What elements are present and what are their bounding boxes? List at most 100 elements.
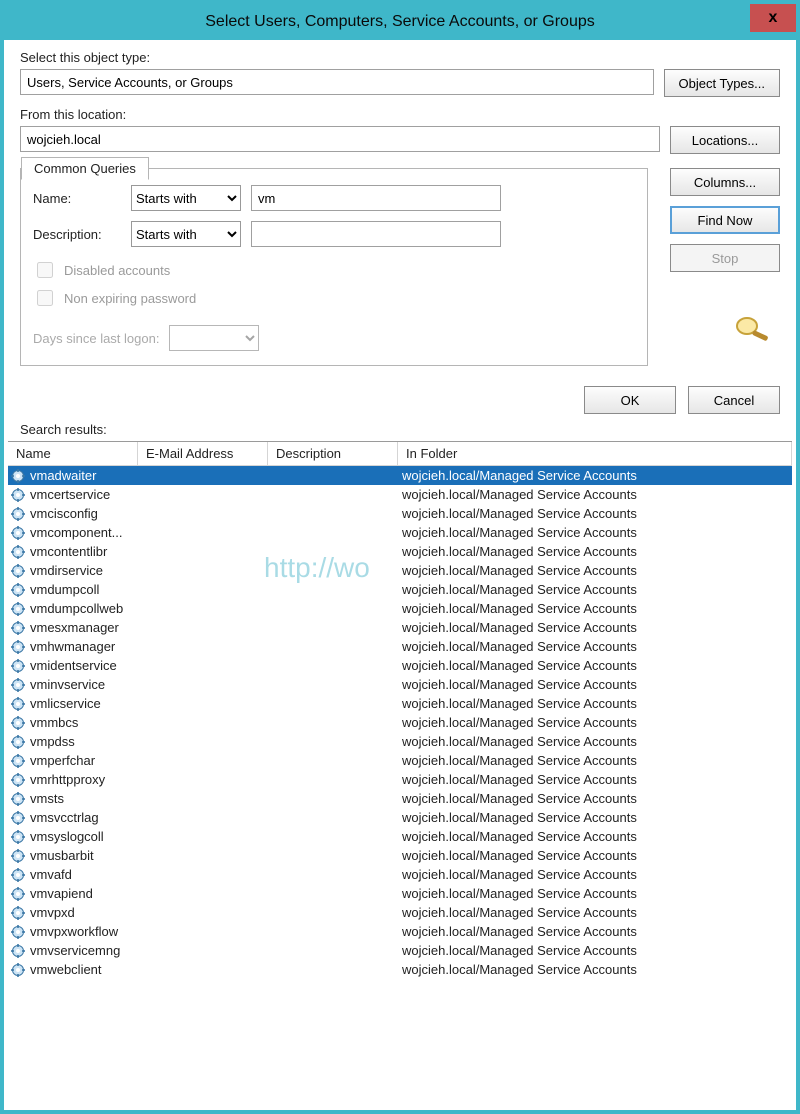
result-folder-cell: wojcieh.local/Managed Service Accounts: [402, 677, 792, 692]
result-name-cell: vmsvcctrlag: [8, 810, 402, 826]
result-name-cell: vmperfchar: [8, 753, 402, 769]
col-desc[interactable]: Description: [268, 442, 398, 465]
ok-button[interactable]: OK: [584, 386, 676, 414]
result-row[interactable]: vmvapiendwojcieh.local/Managed Service A…: [8, 884, 792, 903]
service-account-icon: [10, 734, 26, 750]
service-account-icon: [10, 525, 26, 541]
result-folder-cell: wojcieh.local/Managed Service Accounts: [402, 525, 792, 540]
find-now-button[interactable]: Find Now: [670, 206, 780, 234]
result-row[interactable]: vmsyslogcollwojcieh.local/Managed Servic…: [8, 827, 792, 846]
disabled-accounts-checkbox[interactable]: [37, 262, 53, 278]
result-folder-cell: wojcieh.local/Managed Service Accounts: [402, 506, 792, 521]
service-account-icon: [10, 639, 26, 655]
columns-button[interactable]: Columns...: [670, 168, 780, 196]
result-row[interactable]: vminvservicewojcieh.local/Managed Servic…: [8, 675, 792, 694]
service-account-icon: [10, 924, 26, 940]
result-row[interactable]: vmdumpcollwebwojcieh.local/Managed Servi…: [8, 599, 792, 618]
result-row[interactable]: vmstswojcieh.local/Managed Service Accou…: [8, 789, 792, 808]
result-folder-cell: wojcieh.local/Managed Service Accounts: [402, 791, 792, 806]
locations-button[interactable]: Locations...: [670, 126, 780, 154]
result-folder-cell: wojcieh.local/Managed Service Accounts: [402, 772, 792, 787]
cancel-button[interactable]: Cancel: [688, 386, 780, 414]
service-account-icon: [10, 791, 26, 807]
col-folder[interactable]: In Folder: [398, 442, 792, 465]
service-account-icon: [10, 544, 26, 560]
name-mode-select[interactable]: Starts with: [131, 185, 241, 211]
description-mode-select[interactable]: Starts with: [131, 221, 241, 247]
result-name-cell: vmdumpcollweb: [8, 601, 402, 617]
result-folder-cell: wojcieh.local/Managed Service Accounts: [402, 734, 792, 749]
result-row[interactable]: vmdumpcollwojcieh.local/Managed Service …: [8, 580, 792, 599]
location-input[interactable]: [20, 126, 660, 152]
result-folder-cell: wojcieh.local/Managed Service Accounts: [402, 962, 792, 977]
result-row[interactable]: vmvpxdwojcieh.local/Managed Service Acco…: [8, 903, 792, 922]
result-row[interactable]: vmesxmanagerwojcieh.local/Managed Servic…: [8, 618, 792, 637]
result-name-cell: vmvapiend: [8, 886, 402, 902]
result-name-cell: vmvpxworkflow: [8, 924, 402, 940]
result-folder-cell: wojcieh.local/Managed Service Accounts: [402, 943, 792, 958]
result-folder-cell: wojcieh.local/Managed Service Accounts: [402, 601, 792, 616]
result-row[interactable]: vmhwmanagerwojcieh.local/Managed Service…: [8, 637, 792, 656]
col-email[interactable]: E-Mail Address: [138, 442, 268, 465]
name-value-input[interactable]: [251, 185, 501, 211]
result-name-cell: vmadwaiter: [8, 468, 402, 484]
service-account-icon: [10, 620, 26, 636]
result-folder-cell: wojcieh.local/Managed Service Accounts: [402, 753, 792, 768]
close-button[interactable]: x: [750, 4, 796, 32]
result-row[interactable]: vmlicservicewojcieh.local/Managed Servic…: [8, 694, 792, 713]
result-name-cell: vmcisconfig: [8, 506, 402, 522]
result-row[interactable]: vmcomponent...wojcieh.local/Managed Serv…: [8, 523, 792, 542]
result-folder-cell: wojcieh.local/Managed Service Accounts: [402, 658, 792, 673]
location-label: From this location:: [20, 107, 780, 122]
service-account-icon: [10, 696, 26, 712]
description-value-input[interactable]: [251, 221, 501, 247]
result-row[interactable]: vmperfcharwojcieh.local/Managed Service …: [8, 751, 792, 770]
result-row[interactable]: vmmbcswojcieh.local/Managed Service Acco…: [8, 713, 792, 732]
service-account-icon: [10, 810, 26, 826]
result-name-cell: vmdirservice: [8, 563, 402, 579]
result-folder-cell: wojcieh.local/Managed Service Accounts: [402, 829, 792, 844]
result-row[interactable]: vmvpxworkflowwojcieh.local/Managed Servi…: [8, 922, 792, 941]
result-folder-cell: wojcieh.local/Managed Service Accounts: [402, 715, 792, 730]
result-row[interactable]: vmcisconfigwojcieh.local/Managed Service…: [8, 504, 792, 523]
service-account-icon: [10, 601, 26, 617]
result-folder-cell: wojcieh.local/Managed Service Accounts: [402, 848, 792, 863]
tab-common-queries[interactable]: Common Queries: [21, 157, 149, 180]
result-folder-cell: wojcieh.local/Managed Service Accounts: [402, 886, 792, 901]
service-account-icon: [10, 753, 26, 769]
result-row[interactable]: vmcontentlibrwojcieh.local/Managed Servi…: [8, 542, 792, 561]
result-row[interactable]: vmpdsswojcieh.local/Managed Service Acco…: [8, 732, 792, 751]
non-expiring-label: Non expiring password: [64, 291, 196, 306]
result-row[interactable]: vmidentservicewojcieh.local/Managed Serv…: [8, 656, 792, 675]
non-expiring-checkbox[interactable]: [37, 290, 53, 306]
close-icon: x: [769, 9, 778, 27]
object-types-button[interactable]: Object Types...: [664, 69, 780, 97]
result-name-cell: vminvservice: [8, 677, 402, 693]
result-folder-cell: wojcieh.local/Managed Service Accounts: [402, 544, 792, 559]
col-name[interactable]: Name: [8, 442, 138, 465]
object-type-input[interactable]: [20, 69, 654, 95]
result-folder-cell: wojcieh.local/Managed Service Accounts: [402, 810, 792, 825]
result-row[interactable]: vmsvcctrlagwojcieh.local/Managed Service…: [8, 808, 792, 827]
result-folder-cell: wojcieh.local/Managed Service Accounts: [402, 905, 792, 920]
service-account-icon: [10, 829, 26, 845]
search-results-label: Search results:: [4, 422, 796, 441]
result-name-cell: vmcertservice: [8, 487, 402, 503]
result-name-cell: vmsyslogcoll: [8, 829, 402, 845]
result-name-cell: vmvpxd: [8, 905, 402, 921]
title-bar: Select Users, Computers, Service Account…: [4, 4, 796, 40]
service-account-icon: [10, 677, 26, 693]
days-since-label: Days since last logon:: [33, 331, 159, 346]
result-name-cell: vmidentservice: [8, 658, 402, 674]
result-row[interactable]: vmwebclientwojcieh.local/Managed Service…: [8, 960, 792, 979]
result-row[interactable]: vmrhttpproxywojcieh.local/Managed Servic…: [8, 770, 792, 789]
result-folder-cell: wojcieh.local/Managed Service Accounts: [402, 563, 792, 578]
result-row[interactable]: vmcertservicewojcieh.local/Managed Servi…: [8, 485, 792, 504]
result-row[interactable]: vmdirservicewojcieh.local/Managed Servic…: [8, 561, 792, 580]
result-row[interactable]: vmadwaiterwojcieh.local/Managed Service …: [8, 466, 792, 485]
result-row[interactable]: vmusbarbitwojcieh.local/Managed Service …: [8, 846, 792, 865]
result-folder-cell: wojcieh.local/Managed Service Accounts: [402, 582, 792, 597]
result-row[interactable]: vmvafdwojcieh.local/Managed Service Acco…: [8, 865, 792, 884]
result-row[interactable]: vmvservicemngwojcieh.local/Managed Servi…: [8, 941, 792, 960]
result-folder-cell: wojcieh.local/Managed Service Accounts: [402, 639, 792, 654]
